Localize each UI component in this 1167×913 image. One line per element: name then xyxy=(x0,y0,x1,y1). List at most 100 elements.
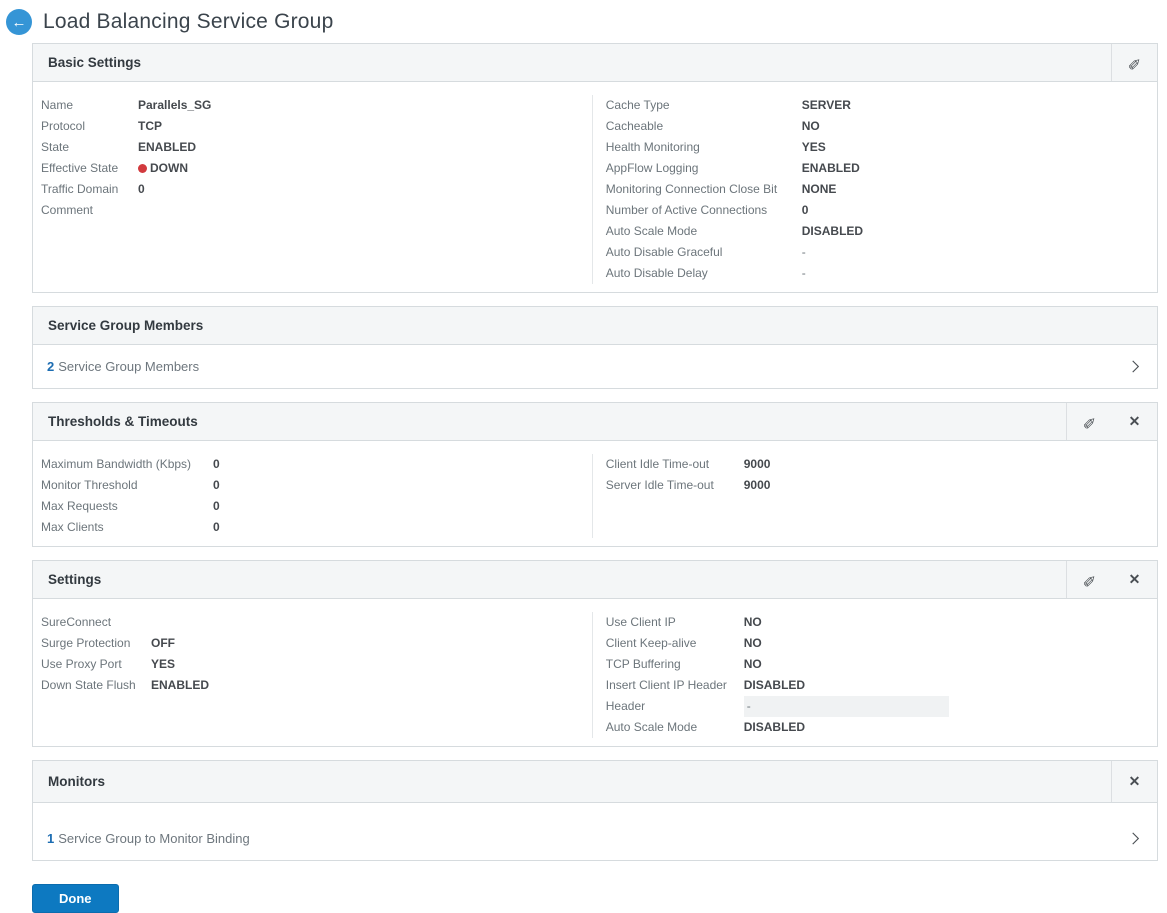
field-label: Monitor Threshold xyxy=(41,478,138,492)
edit-settings-button[interactable]: ✎ xyxy=(1067,561,1112,598)
done-button[interactable]: Done xyxy=(32,884,119,913)
panel-title: Basic Settings xyxy=(48,55,142,70)
field-label: Comment xyxy=(41,203,94,217)
field-value: Parallels_SG xyxy=(138,98,212,112)
panel-thresholds-timeouts: Thresholds & Timeouts ✎ ✕ Maximum Bandwi… xyxy=(32,402,1158,547)
field-label: Cache Type xyxy=(605,98,670,112)
page-content: Basic Settings ✎ Name Parallels_SG Protoco… xyxy=(32,43,1158,913)
field-label: Max Clients xyxy=(41,520,104,534)
field-value: 0 xyxy=(213,478,220,492)
panel-actions: ✎ ✕ xyxy=(1066,403,1157,440)
field-label: Auto Scale Mode xyxy=(605,720,698,734)
panel-title: Settings xyxy=(48,572,102,587)
field-row: Use Client IP NO xyxy=(606,612,1143,633)
panel-service-group-members: Service Group Members 2 Service Group Me… xyxy=(32,306,1158,389)
close-settings-button[interactable]: ✕ xyxy=(1112,561,1157,598)
panel-actions: ✎ ✕ xyxy=(1066,561,1157,598)
close-monitors-button[interactable]: ✕ xyxy=(1112,761,1157,802)
binding-count: 1 xyxy=(47,831,55,846)
field-row: Protocol TCP xyxy=(41,116,592,137)
field-row: Cacheable NO xyxy=(606,116,1143,137)
field-value: 9000 xyxy=(743,478,771,492)
edit-basic-settings-button[interactable]: ✎ xyxy=(1112,44,1157,81)
field-row: Comment xyxy=(41,200,592,221)
field-label: Use Proxy Port xyxy=(41,657,122,671)
field-value: TCP xyxy=(138,119,162,133)
field-row: Name Parallels_SG xyxy=(41,95,592,116)
panel-monitors: Monitors ✕ 1 Service Group to Monitor Bi… xyxy=(32,760,1158,861)
thresholds-left-column: Maximum Bandwidth (Kbps) 0 Monitor Thresho… xyxy=(33,454,593,538)
basic-settings-body: Name Parallels_SG Protocol TCP State ENABLED E… xyxy=(33,82,1157,292)
field-row: Auto Scale Mode DISABLED xyxy=(606,717,1143,738)
field-row: SureConnect xyxy=(41,612,592,633)
settings-body: SureConnect Surge Protection OFF Use Proxy … xyxy=(33,599,1157,746)
field-value: OFF xyxy=(151,636,175,650)
panel-header-monitors: Monitors ✕ xyxy=(33,761,1157,803)
link-label: Service Group Members xyxy=(58,359,200,374)
field-value: ENABLED xyxy=(138,140,197,154)
field-row: Monitoring Connection Close Bit NONE xyxy=(606,179,1143,200)
field-row: Traffic Domain 0 xyxy=(41,179,592,200)
panel-header-thresholds-timeouts: Thresholds & Timeouts ✎ ✕ xyxy=(33,403,1157,441)
field-label: Down State Flush xyxy=(41,678,136,692)
field-row: Maximum Bandwidth (Kbps) 0 xyxy=(41,454,592,475)
close-thresholds-button[interactable]: ✕ xyxy=(1112,403,1157,440)
edit-thresholds-button[interactable]: ✎ xyxy=(1067,403,1112,440)
field-label: Number of Active Connections xyxy=(605,203,768,217)
field-row: Number of Active Connections 0 xyxy=(606,200,1143,221)
panel-header-service-group-members: Service Group Members xyxy=(33,307,1157,345)
field-label: SureConnect xyxy=(41,615,112,629)
field-row: Auto Disable Graceful - xyxy=(606,242,1143,263)
field-label: Surge Protection xyxy=(41,636,131,650)
field-row: State ENABLED xyxy=(41,137,592,158)
panel-basic-settings: Basic Settings ✎ Name Parallels_SG Protoco… xyxy=(32,43,1158,293)
field-value: SERVER xyxy=(801,98,851,112)
settings-left-column: SureConnect Surge Protection OFF Use Proxy … xyxy=(33,612,593,738)
panel-header-settings: Settings ✎ ✕ xyxy=(33,561,1157,599)
field-label: Monitoring Connection Close Bit xyxy=(605,182,778,196)
back-arrow-icon: ← xyxy=(11,13,27,31)
field-label: Protocol xyxy=(41,119,86,133)
panel-header-basic-settings: Basic Settings ✎ xyxy=(33,44,1157,82)
link-label: Service Group to Monitor Binding xyxy=(58,831,250,846)
settings-right-column: Use Client IP NO Client Keep-alive NO TCP Bu… xyxy=(593,612,1157,738)
field-label: Client Idle Time-out xyxy=(605,457,710,471)
field-row: AppFlow Logging ENABLED xyxy=(606,158,1143,179)
page-title: Load Balancing Service Group xyxy=(43,10,334,33)
field-value: 0 xyxy=(138,182,145,196)
field-row: Down State Flush ENABLED xyxy=(41,675,592,696)
field-value: DISABLED xyxy=(743,720,806,734)
field-label: Client Keep-alive xyxy=(605,636,697,650)
status-down-dot-icon xyxy=(138,164,147,173)
field-label: Insert Client IP Header xyxy=(605,678,727,692)
field-value: - xyxy=(801,266,806,280)
panel-actions: ✎ xyxy=(1111,44,1157,81)
field-label: Traffic Domain xyxy=(41,182,119,196)
chevron-right-icon xyxy=(1128,359,1143,374)
field-value: NONE xyxy=(801,182,837,196)
field-value: YES xyxy=(801,140,826,154)
close-icon: ✕ xyxy=(1128,773,1141,789)
field-row: Effective State DOWN xyxy=(41,158,592,179)
field-value: DISABLED xyxy=(801,224,864,238)
close-icon: ✕ xyxy=(1128,413,1141,429)
thresholds-body: Maximum Bandwidth (Kbps) 0 Monitor Thresho… xyxy=(33,441,1157,546)
back-button[interactable]: ← xyxy=(6,9,32,35)
pencil-icon: ✎ xyxy=(1082,570,1097,588)
panel-actions: ✕ xyxy=(1111,761,1157,802)
field-row: Client Keep-alive NO xyxy=(606,633,1143,654)
pencil-icon: ✎ xyxy=(1082,412,1097,430)
field-row: Client Idle Time-out 9000 xyxy=(606,454,1143,475)
field-label: Server Idle Time-out xyxy=(605,478,714,492)
field-row: Auto Disable Delay - xyxy=(606,263,1143,284)
field-row: Monitor Threshold 0 xyxy=(41,475,592,496)
service-group-members-link[interactable]: 2 Service Group Members xyxy=(33,345,1157,388)
field-row: Auto Scale Mode DISABLED xyxy=(606,221,1143,242)
monitor-binding-link[interactable]: 1 Service Group to Monitor Binding xyxy=(33,817,1157,860)
field-value: ENABLED xyxy=(801,161,860,175)
field-value: NO xyxy=(743,615,762,629)
field-value: - xyxy=(743,696,949,717)
field-row: Surge Protection OFF xyxy=(41,633,592,654)
field-label: Header xyxy=(605,699,646,713)
